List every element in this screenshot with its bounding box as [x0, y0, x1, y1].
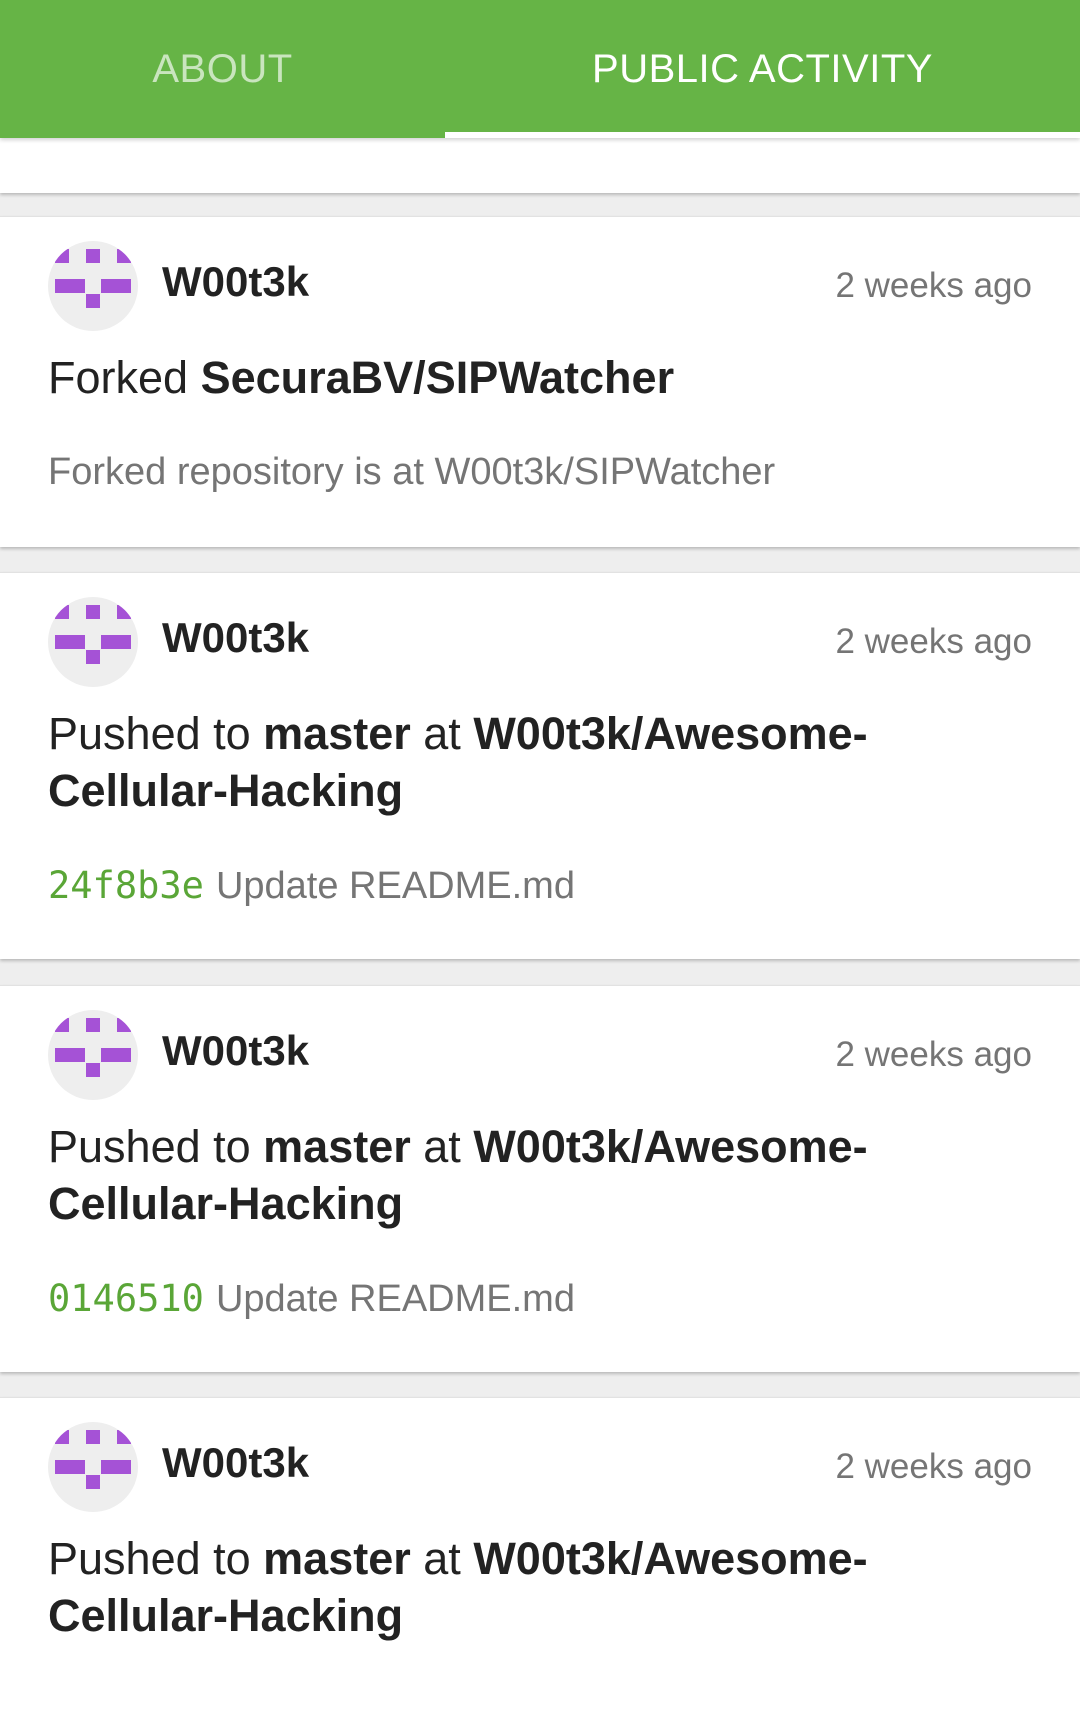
username[interactable]: W00t3k [162, 257, 309, 307]
timestamp: 2 weeks ago [835, 266, 1032, 305]
event-title: Pushed to master at W00t3k/Awesome-Cellu… [48, 705, 978, 819]
branch-name[interactable]: master [263, 1121, 411, 1172]
event-target-repo[interactable]: SecuraBV/SIPWatcher [201, 352, 675, 403]
event-action: Pushed to [48, 708, 251, 759]
identicon-avatar [55, 249, 131, 308]
event-connector: at [423, 1121, 461, 1172]
avatar[interactable] [48, 1010, 138, 1100]
commit-message: Update README.md [215, 865, 575, 907]
identicon-avatar [55, 1430, 131, 1489]
avatar[interactable] [48, 597, 138, 687]
timestamp: 2 weeks ago [835, 1035, 1032, 1074]
username[interactable]: W00t3k [162, 1026, 309, 1076]
commit-line: 0146510 Update README.md [48, 1274, 575, 1324]
event-action: Pushed to [48, 1121, 251, 1172]
tab-about[interactable]: ABOUT [0, 0, 445, 138]
avatar[interactable] [48, 1422, 138, 1512]
event-action: Pushed to [48, 1533, 251, 1584]
event-card[interactable]: W00t3k 2 weeks ago Pushed to master at W… [0, 572, 1080, 959]
event-action: Forked [48, 352, 189, 403]
event-title: Pushed to master at W00t3k/Awesome-Cellu… [48, 1118, 978, 1232]
event-connector: at [423, 708, 461, 759]
username[interactable]: W00t3k [162, 613, 309, 663]
branch-name[interactable]: master [263, 1533, 411, 1584]
timestamp: 2 weeks ago [835, 622, 1032, 661]
tab-bar: ABOUT PUBLIC ACTIVITY [0, 0, 1080, 138]
avatar[interactable] [48, 241, 138, 331]
commit-line: 24f8b3e Update README.md [48, 861, 575, 911]
active-tab-indicator [445, 132, 1080, 138]
commit-sha[interactable]: 0146510 [48, 1277, 204, 1320]
timestamp: 2 weeks ago [835, 1447, 1032, 1486]
event-connector: at [423, 1533, 461, 1584]
identicon-avatar [55, 1018, 131, 1077]
event-card[interactable]: W00t3k 2 weeks ago Pushed to master at W… [0, 1397, 1080, 1728]
commit-message: Update README.md [215, 1278, 575, 1320]
event-card[interactable]: W00t3k 2 weeks ago Forked SecuraBV/SIPWa… [0, 216, 1080, 547]
commit-sha[interactable]: 24f8b3e [48, 864, 204, 907]
username[interactable]: W00t3k [162, 1438, 309, 1488]
identicon-avatar [55, 605, 131, 664]
event-detail: Forked repository is at W00t3k/SIPWatche… [48, 451, 776, 493]
event-card[interactable]: W00t3k 2 weeks ago Pushed to master at W… [0, 985, 1080, 1372]
branch-name[interactable]: master [263, 708, 411, 759]
tab-public-activity[interactable]: PUBLIC ACTIVITY [445, 0, 1080, 138]
event-title: Forked SecuraBV/SIPWatcher [48, 349, 978, 406]
event-title: Pushed to master at W00t3k/Awesome-Cellu… [48, 1530, 978, 1644]
